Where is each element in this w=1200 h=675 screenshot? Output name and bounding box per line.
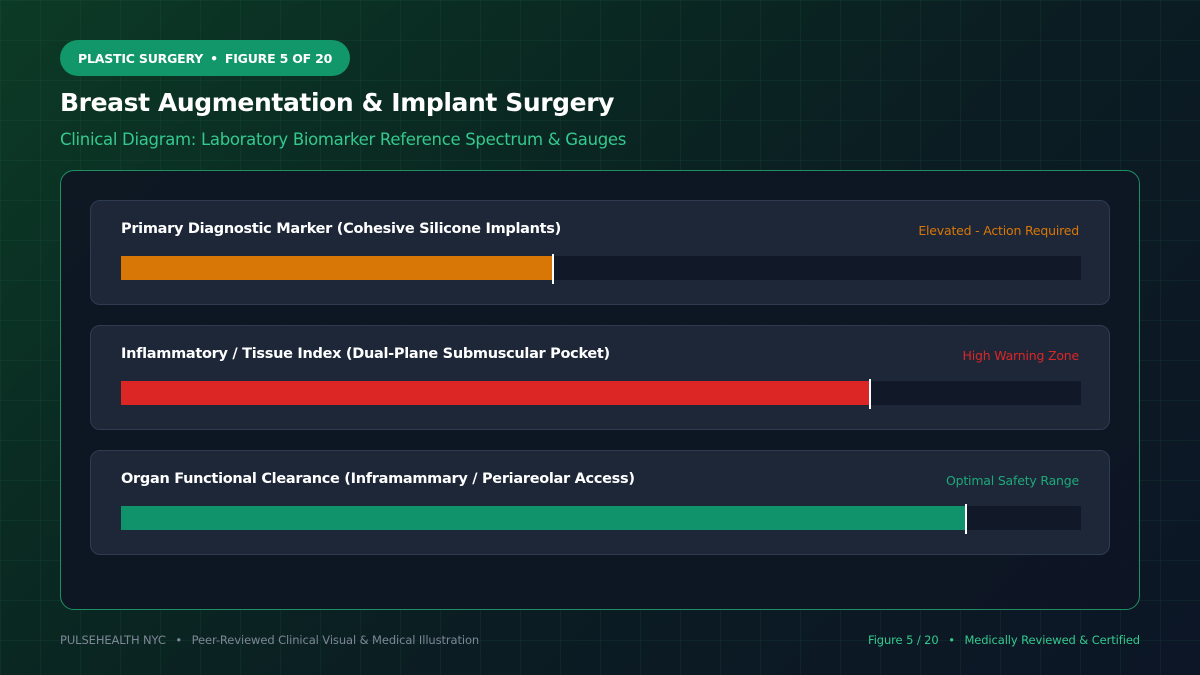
figure-label: FIGURE 5 OF 20: [224, 50, 333, 66]
gauges-panel: Primary Diagnostic Marker (Cohesive Sili…: [60, 170, 1140, 610]
gauge-fill: [121, 381, 870, 405]
category-badge: PLASTIC SURGERY • FIGURE 5 OF 20: [60, 40, 350, 76]
footer-separator: •: [948, 633, 955, 647]
footer-tagline: Peer-Reviewed Clinical Visual & Medical …: [191, 633, 480, 647]
footer-brand: PULSEHEALTH NYC: [60, 633, 166, 647]
footer-brand-line: PULSEHEALTH NYC • Peer-Reviewed Clinical…: [60, 633, 479, 647]
gauge-label: Primary Diagnostic Marker (Cohesive Sili…: [121, 221, 561, 237]
gauge-marker: [868, 379, 871, 409]
gauge-card-inflammatory-index: Inflammatory / Tissue Index (Dual-Plane …: [90, 325, 1110, 430]
gauge-card-primary-marker: Primary Diagnostic Marker (Cohesive Sili…: [90, 200, 1110, 305]
footer-figure-line: Figure 5 / 20 • Medically Reviewed & Cer…: [868, 633, 1140, 647]
gauge-fill: [121, 506, 966, 530]
footer-figure: Figure 5 / 20: [868, 633, 939, 647]
gauge-fill: [121, 256, 553, 280]
gauge-card-organ-clearance: Organ Functional Clearance (Inframammary…: [90, 450, 1110, 555]
gauge-track: [121, 379, 1081, 409]
gauge-label: Organ Functional Clearance (Inframammary…: [121, 471, 635, 487]
category-label: PLASTIC SURGERY: [78, 50, 204, 66]
gauge-status: High Warning Zone: [962, 348, 1080, 363]
footer-certification: Medically Reviewed & Certified: [964, 633, 1140, 647]
gauge-status: Optimal Safety Range: [945, 473, 1079, 488]
gauge-track: [121, 254, 1081, 284]
gauge-label: Inflammatory / Tissue Index (Dual-Plane …: [121, 346, 610, 362]
page-subtitle: Clinical Diagram: Laboratory Biomarker R…: [60, 130, 627, 149]
gauge-marker: [964, 504, 967, 534]
page-title: Breast Augmentation & Implant Surgery: [60, 88, 615, 117]
gauge-marker: [552, 254, 554, 284]
gauge-status: Elevated - Action Required: [918, 223, 1079, 238]
badge-separator: •: [210, 50, 218, 66]
gauge-track: [121, 504, 1081, 534]
footer-separator: •: [175, 633, 183, 647]
